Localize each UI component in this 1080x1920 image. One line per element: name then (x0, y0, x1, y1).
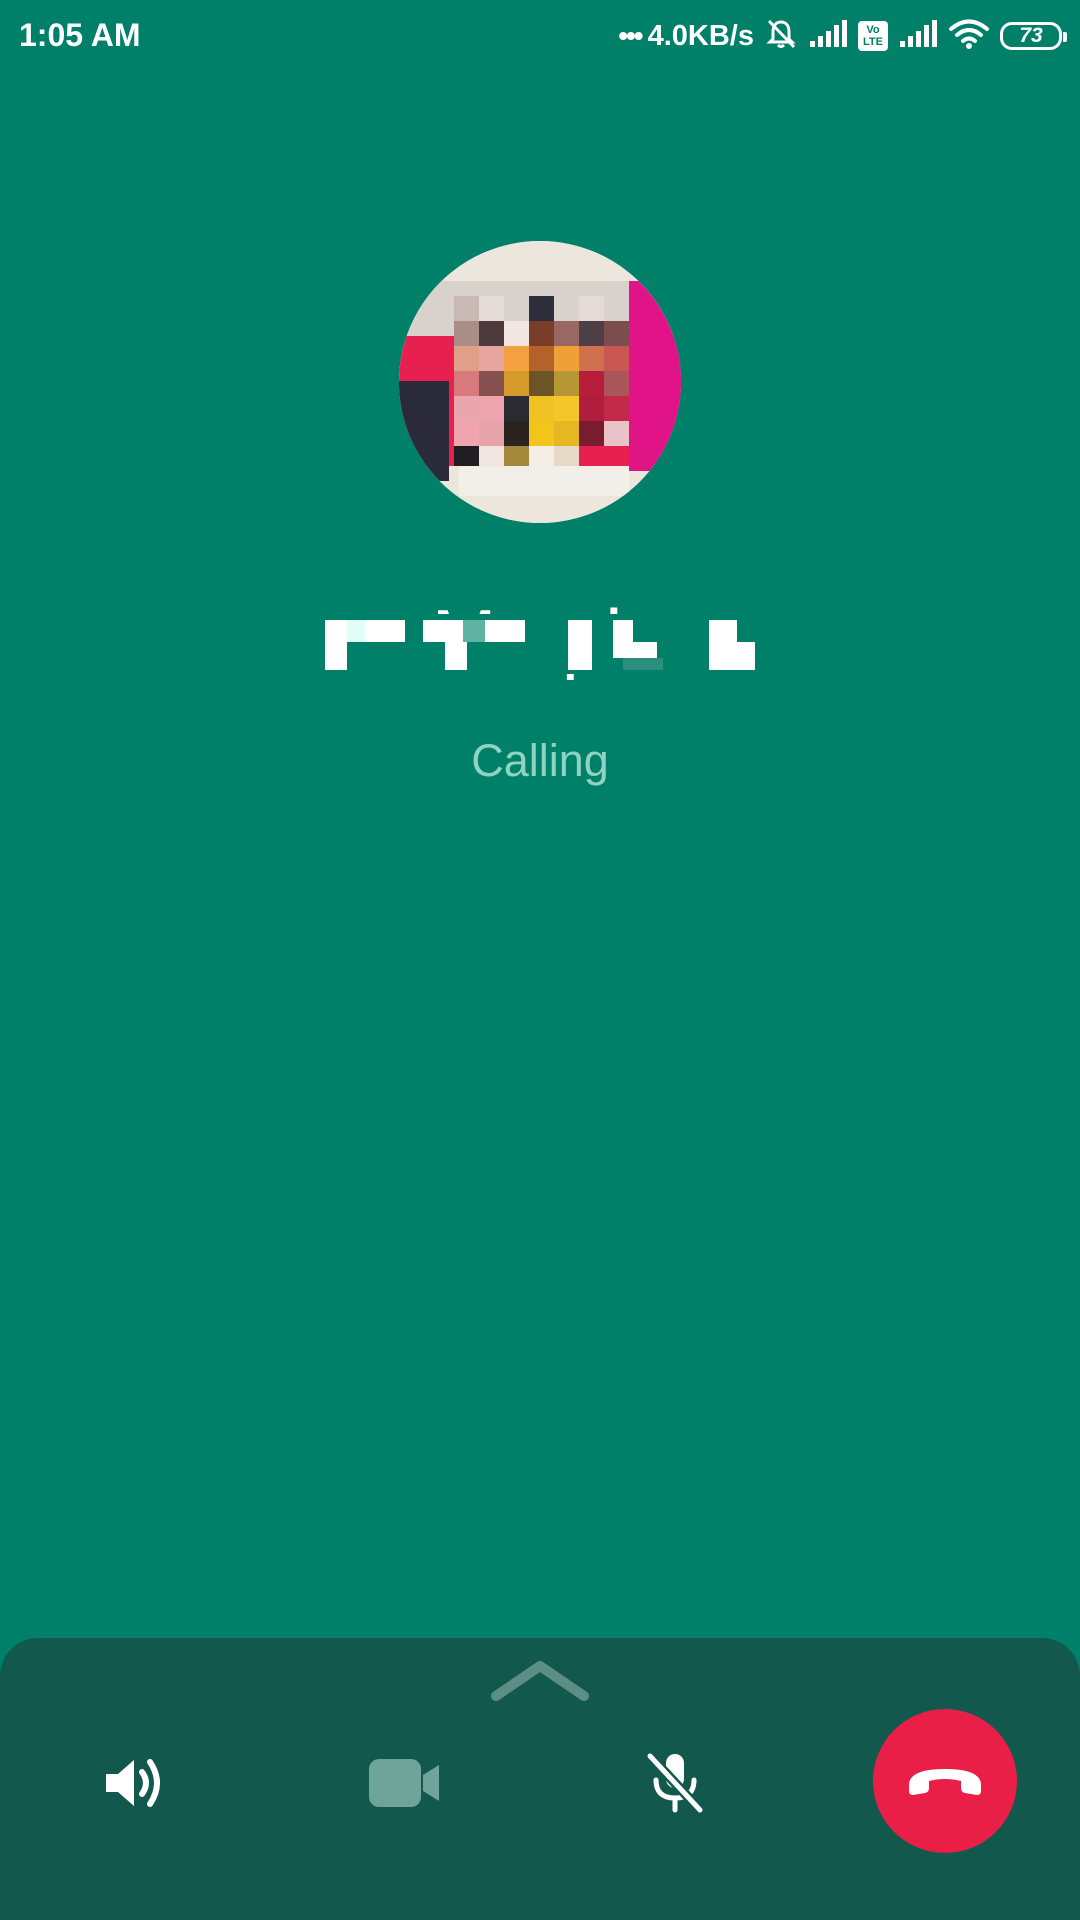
video-camera-icon (369, 1759, 439, 1807)
mute-button[interactable] (630, 1738, 720, 1828)
mute-bell-icon (764, 17, 798, 56)
call-screen: 1:05 AM ••• 4.0KB/s Vo LTE 73 Calling (0, 0, 1080, 1920)
chevron-up-icon[interactable] (488, 1656, 592, 1704)
network-activity-dots: ••• (618, 20, 643, 51)
network-speed: 4.0KB/s (647, 19, 754, 52)
wifi-icon (948, 18, 990, 55)
battery-level: 73 (1019, 24, 1043, 47)
speaker-icon (106, 1759, 160, 1807)
signal-icon (898, 19, 938, 54)
volte-icon: Vo LTE (858, 21, 888, 51)
speaker-button[interactable] (90, 1738, 180, 1828)
call-status: Calling (471, 735, 609, 786)
end-call-icon (909, 1769, 981, 1795)
signal-icon (808, 19, 848, 54)
contact-avatar (399, 241, 681, 523)
status-icons: ••• 4.0KB/s Vo LTE 73 (618, 14, 1067, 58)
video-call-button[interactable] (360, 1738, 450, 1828)
status-time: 1:05 AM (19, 17, 141, 53)
end-call-button[interactable] (873, 1709, 1017, 1853)
name-redaction (323, 614, 773, 674)
status-bar: 1:05 AM ••• 4.0KB/s Vo LTE 73 (0, 0, 1080, 72)
avatar-image (399, 241, 681, 523)
battery-icon: 73 (1000, 22, 1067, 50)
microphone-off-icon (646, 1752, 704, 1814)
